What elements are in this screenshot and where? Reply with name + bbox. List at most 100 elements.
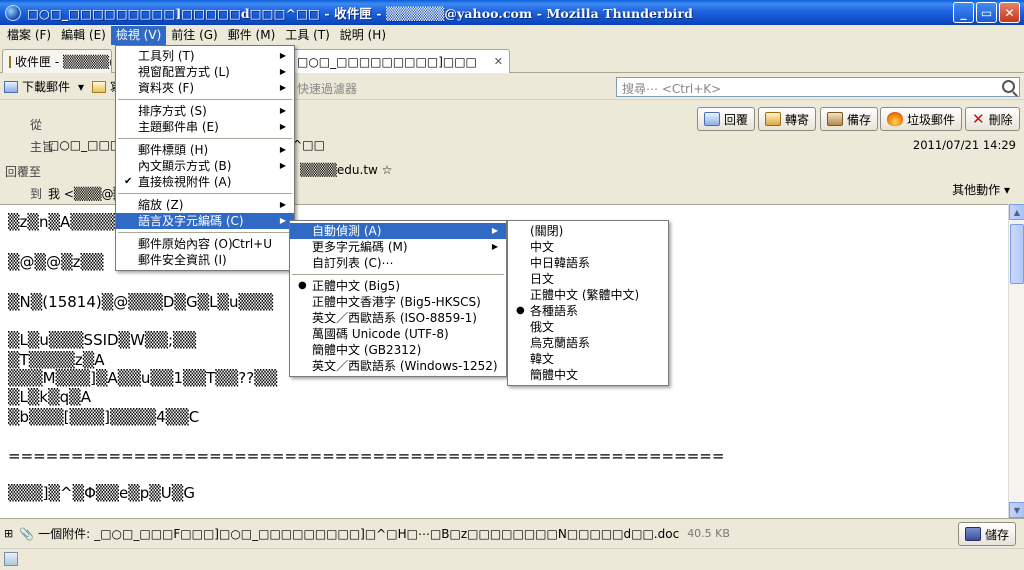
menu-separator	[292, 274, 504, 275]
search-icon[interactable]	[1002, 80, 1015, 93]
autodetect-simplified-chinese-label: 簡體中文	[530, 368, 579, 382]
view-menu-layout[interactable]: 視窗配置方式 (L) ▶	[116, 64, 294, 80]
encoding-more[interactable]: 更多字元編碼 (M) ▶	[290, 239, 506, 255]
delete-button[interactable]: ✕ 刪除	[965, 107, 1020, 131]
autodetect-ukrainian[interactable]: 烏克蘭語系	[508, 335, 668, 351]
autodetect-chinese-label: 中文	[530, 240, 555, 254]
checkmark-icon: ✔	[124, 176, 133, 187]
view-menu-headers[interactable]: 郵件標頭 (H) ▶	[116, 142, 294, 158]
scroll-down-icon[interactable]: ▼	[1009, 502, 1024, 518]
menu-view[interactable]: 檢視 (V)	[110, 25, 167, 45]
view-menu-toolbars[interactable]: 工具列 (T) ▶	[116, 48, 294, 64]
save-label: 儲存	[984, 527, 1009, 542]
reply-to-value[interactable]: ▒▒▒▒edu.tw ☆	[300, 163, 392, 177]
encoding-iso-8859-1[interactable]: 英文／西歐語系 (ISO-8859-1)	[290, 310, 506, 326]
encoding-more-label: 更多字元編碼 (M)	[312, 240, 408, 254]
tab-message-label: □○□_□□□□□□□□□]□□□	[297, 54, 477, 69]
view-menu-threads-label: 主題郵件串 (E)	[138, 120, 219, 134]
encoding-auto-detect[interactable]: 自動偵測 (A) ▶	[290, 223, 506, 239]
view-menu-folders[interactable]: 資料夾 (F) ▶	[116, 80, 294, 96]
submenu-arrow-icon: ▶	[279, 106, 286, 115]
online-status-icon[interactable]	[4, 552, 18, 566]
get-mail-dropdown[interactable]: ▾	[74, 76, 88, 98]
encoding-windows-1252[interactable]: 英文／西歐語系 (Windows-1252)	[290, 358, 506, 374]
body-line: ▒T▒▒▒▒z▒A	[8, 351, 105, 369]
search-input[interactable]: 搜尋⋯ <Ctrl+K>	[616, 77, 1020, 97]
view-menu-security-info-label: 郵件安全資訊 (I)	[138, 253, 227, 267]
body-line: ▒@▒@▒z▒▒	[8, 253, 104, 271]
autodetect-korean[interactable]: 韓文	[508, 351, 668, 367]
autodetect-russian[interactable]: 俄文	[508, 319, 668, 335]
attachment-filename[interactable]: _□○□_□□□F□□□]□○□_□□□□□□□□□]□^□H□⋯□B□z□□□…	[94, 527, 679, 541]
encoding-big5-label: 正體中文 (Big5)	[312, 279, 400, 293]
quick-filter-button[interactable]: 快速過濾器	[297, 80, 357, 97]
delete-label: 刪除	[988, 112, 1013, 127]
thunderbird-app-icon	[5, 4, 21, 21]
autodetect-simplified-chinese[interactable]: 簡體中文	[508, 367, 668, 383]
menu-edit[interactable]: 編輯 (E)	[56, 26, 111, 45]
encoding-gb2312[interactable]: 簡體中文 (GB2312)	[290, 342, 506, 358]
attachment-count: 一個附件:	[38, 527, 91, 541]
minimize-button[interactable]: _	[953, 2, 974, 23]
radio-dot-icon: ●	[298, 280, 307, 291]
close-button[interactable]: ✕	[999, 2, 1020, 23]
autodetect-japanese[interactable]: 日文	[508, 271, 668, 287]
tab-close-icon[interactable]: ✕	[494, 55, 503, 68]
auto-detect-submenu: (關閉) 中文 中日韓語系 日文 正體中文 (繁體中文) ● 各種語系 俄文 烏克…	[507, 220, 669, 386]
autodetect-traditional-chinese-label: 正體中文 (繁體中文)	[530, 288, 640, 302]
tab-inbox-label: 收件匣 - ▒▒▒▒▒@	[15, 55, 112, 69]
other-actions-button[interactable]: 其他動作 ▾	[952, 181, 1010, 198]
encoding-utf-8[interactable]: 萬國碼 Unicode (UTF-8)	[290, 326, 506, 342]
view-menu-toolbars-label: 工具列 (T)	[138, 49, 195, 63]
autodetect-chinese[interactable]: 中文	[508, 239, 668, 255]
encoding-big5-hkscs[interactable]: 正體中文香港字 (Big5-HKSCS)	[290, 294, 506, 310]
submenu-arrow-icon: ▶	[491, 242, 498, 251]
menu-tools[interactable]: 工具 (T)	[280, 26, 335, 45]
forward-button[interactable]: 轉寄	[758, 107, 817, 131]
autodetect-russian-label: 俄文	[530, 320, 555, 334]
save-attachment-button[interactable]: 儲存	[957, 522, 1016, 546]
menu-separator	[118, 232, 292, 233]
view-menu-security-info[interactable]: 郵件安全資訊 (I)	[116, 252, 294, 268]
title-bar: □○□_□□□□□□□□□]□□□□□d□□□^□□ - 收件匣 - ▒▒▒▒▒…	[0, 0, 1024, 25]
scroll-up-icon[interactable]: ▲	[1009, 204, 1024, 220]
menu-go[interactable]: 前往 (G)	[166, 26, 222, 45]
tab-message[interactable]: □○□_□□□□□□□□□]□□□ ✕	[290, 49, 510, 73]
autodetect-universal-label: 各種語系	[530, 304, 579, 318]
encoding-big5[interactable]: ● 正體中文 (Big5)	[290, 278, 506, 294]
view-menu-threads[interactable]: 主題郵件串 (E) ▶	[116, 119, 294, 135]
view-menu-message-source[interactable]: 郵件原始內容 (O) Ctrl+U	[116, 236, 294, 252]
maximize-button[interactable]: ▭	[976, 2, 997, 23]
forward-label: 轉寄	[785, 112, 810, 127]
archive-icon	[827, 112, 843, 126]
autodetect-off[interactable]: (關閉)	[508, 223, 668, 239]
menu-separator	[118, 99, 292, 100]
delete-icon: ✕	[972, 110, 985, 128]
archive-button[interactable]: 備存	[820, 107, 879, 131]
scroll-thumb[interactable]	[1010, 224, 1024, 284]
expand-icon[interactable]: ⊞	[4, 527, 13, 540]
encoding-customize[interactable]: 自訂列表 (C)⋯	[290, 255, 506, 271]
junk-button[interactable]: 垃圾郵件	[880, 107, 963, 131]
view-menu-message-source-label: 郵件原始內容 (O)	[138, 237, 233, 251]
view-menu-sort[interactable]: 排序方式 (S) ▶	[116, 103, 294, 119]
view-menu-zoom[interactable]: 縮放 (Z) ▶	[116, 197, 294, 213]
reply-button[interactable]: 回覆	[697, 107, 756, 131]
autodetect-japanese-label: 日文	[530, 272, 555, 286]
tab-inbox[interactable]: 收件匣 - ▒▒▒▒▒@	[2, 49, 112, 73]
body-scrollbar[interactable]: ▲ ▼	[1008, 204, 1024, 518]
menu-help[interactable]: 說明 (H)	[335, 26, 391, 45]
autodetect-universal[interactable]: ● 各種語系	[508, 303, 668, 319]
menu-message[interactable]: 郵件 (M)	[223, 26, 281, 45]
view-menu-attachments-inline[interactable]: ✔ 直接檢視附件 (A)	[116, 174, 294, 190]
submenu-arrow-icon: ▶	[279, 83, 286, 92]
menu-file[interactable]: 檔案 (F)	[2, 26, 56, 45]
view-menu-body-as[interactable]: 內文顯示方式 (B) ▶	[116, 158, 294, 174]
view-menu-body-as-label: 內文顯示方式 (B)	[138, 159, 232, 173]
autodetect-traditional-chinese[interactable]: 正體中文 (繁體中文)	[508, 287, 668, 303]
autodetect-cjk[interactable]: 中日韓語系	[508, 255, 668, 271]
view-menu-character-encoding[interactable]: 語言及字元編碼 (C) ▶	[116, 213, 294, 229]
encoding-auto-detect-label: 自動偵測 (A)	[312, 224, 382, 238]
get-mail-button[interactable]: 下載郵件	[0, 76, 74, 98]
forward-icon	[765, 112, 781, 126]
